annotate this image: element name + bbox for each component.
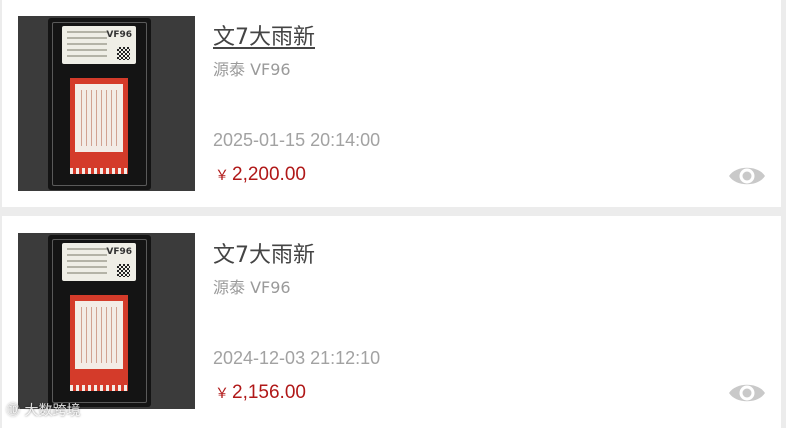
eye-icon[interactable] [728, 380, 766, 406]
currency-symbol: ￥ [215, 386, 229, 402]
listing-time: 2025-01-15 20:14:00 [213, 130, 381, 150]
listing-card[interactable]: VF96 文7大雨新 源泰 VF96 2025-01-15 20:14:00 ￥… [2, 0, 781, 207]
watermark-logo-icon: ⓾ [6, 403, 20, 419]
grade-text: VF96 [106, 247, 132, 257]
graded-slab-image: VF96 [48, 18, 151, 190]
listing-seller: 源泰 VF96 [213, 60, 291, 79]
price-amount: 2,200.00 [232, 164, 306, 185]
grade-label: VF96 [62, 243, 136, 281]
eye-icon[interactable] [728, 163, 766, 189]
watermark-text: 大数跨境 [24, 403, 81, 419]
listing-price: ￥ 2,200.00 [215, 164, 306, 186]
qr-code-icon [117, 264, 130, 277]
listing-thumbnail[interactable]: VF96 [18, 233, 195, 409]
graded-slab-image: VF96 [48, 235, 151, 407]
stamp-image [70, 295, 128, 391]
watermark: ⓾ 大数跨境 [6, 400, 80, 420]
listing-price: ￥ 2,156.00 [215, 382, 306, 404]
listing-list: VF96 文7大雨新 源泰 VF96 2025-01-15 20:14:00 ￥… [0, 0, 786, 428]
grade-text: VF96 [106, 30, 132, 40]
listing-title[interactable]: 文7大雨新 [213, 19, 315, 51]
qr-code-icon [117, 47, 130, 60]
listing-title[interactable]: 文7大雨新 [213, 237, 315, 269]
grade-label: VF96 [62, 26, 136, 64]
listing-card[interactable]: VF96 文7大雨新 源泰 VF96 2024-12-03 21:12:10 ￥… [2, 216, 781, 428]
currency-symbol: ￥ [215, 168, 229, 184]
listing-time: 2024-12-03 21:12:10 [213, 348, 381, 368]
price-amount: 2,156.00 [232, 382, 306, 403]
listing-thumbnail[interactable]: VF96 [18, 16, 195, 191]
listing-seller: 源泰 VF96 [213, 278, 291, 297]
stamp-image [70, 78, 128, 174]
